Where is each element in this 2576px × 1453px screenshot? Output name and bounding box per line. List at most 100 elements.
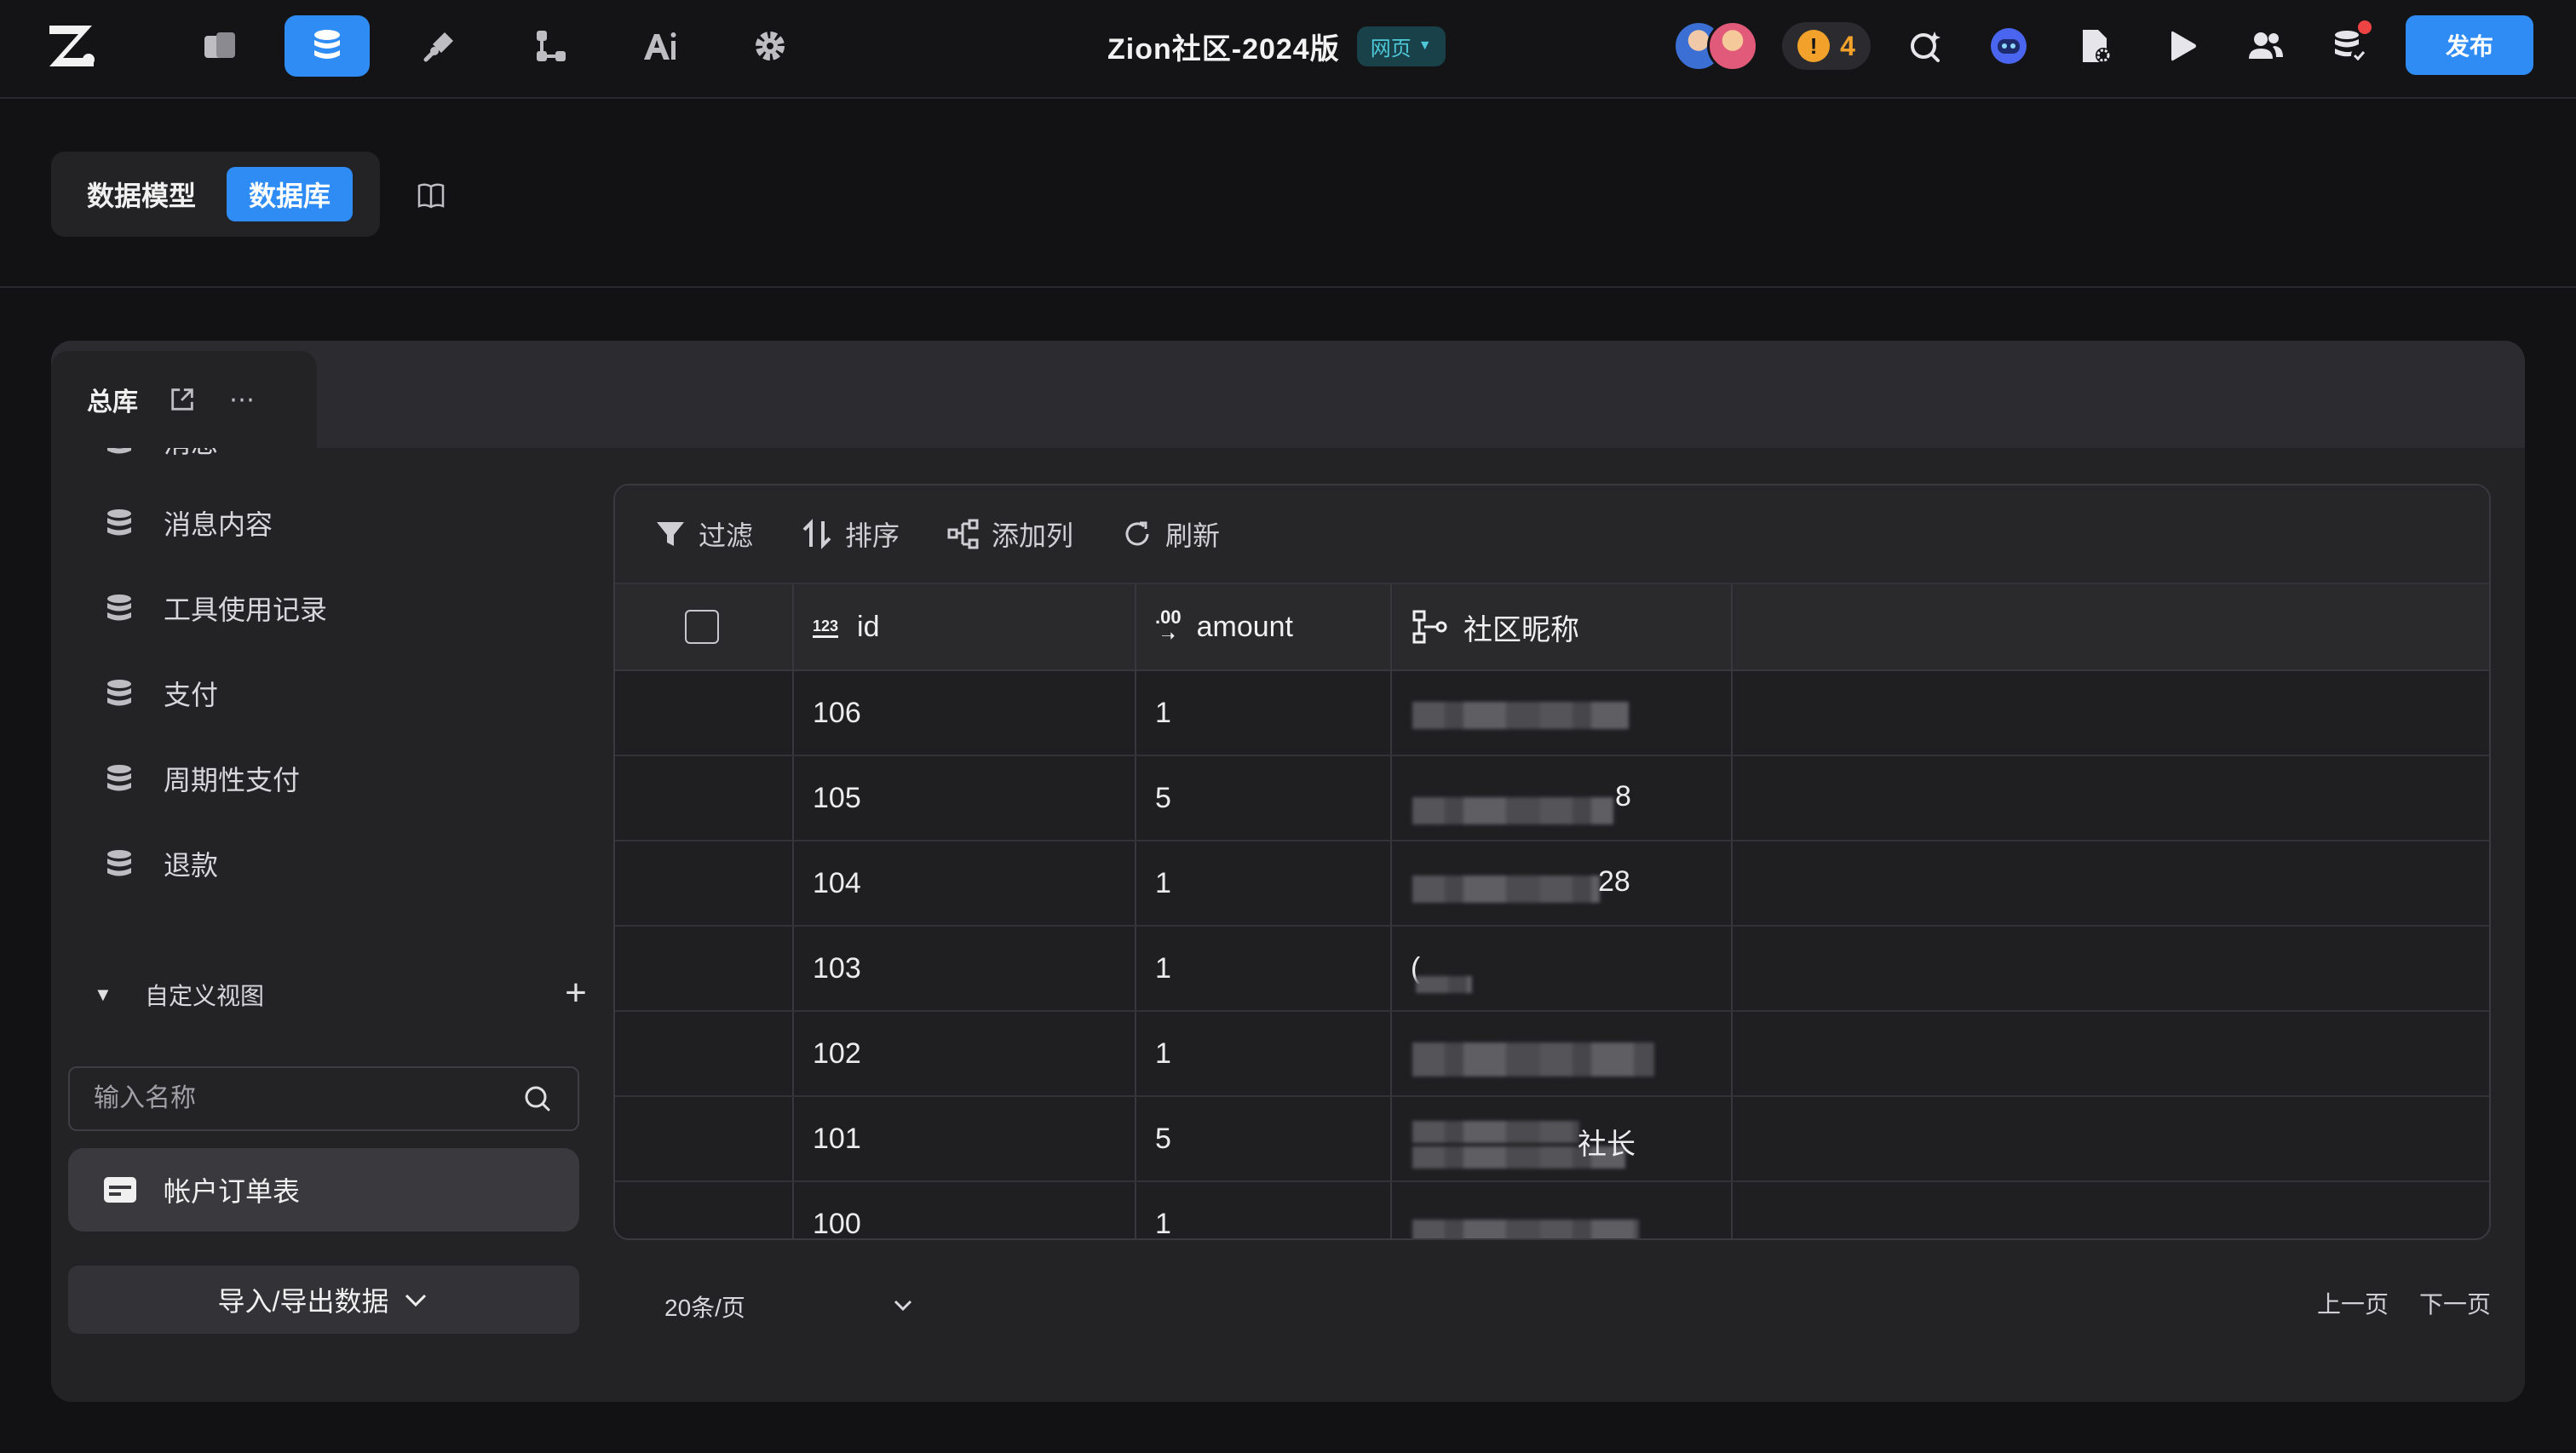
- filter-icon: [657, 522, 684, 546]
- sidebar-item-payment[interactable]: 支付: [102, 651, 596, 736]
- amount-cell[interactable]: 5: [1136, 1097, 1392, 1180]
- custom-views-title: 自定义视图: [145, 983, 265, 1009]
- chevron-down-icon: [894, 1300, 912, 1312]
- publish-button[interactable]: 发布: [2406, 15, 2533, 75]
- table-sidebar: 消息 消息内容 工具使用记录 支付 周期性支付: [51, 448, 613, 1402]
- column-header-nickname[interactable]: 社区昵称: [1392, 584, 1733, 669]
- sidebar-item-tool-usage[interactable]: 工具使用记录: [102, 566, 596, 651]
- file-settings-button[interactable]: [2072, 22, 2119, 70]
- row-select-cell[interactable]: [615, 1097, 794, 1180]
- custom-views-header[interactable]: ▼ 自定义视图 +: [94, 969, 605, 1020]
- amount-cell[interactable]: 5: [1136, 756, 1392, 840]
- amount-cell[interactable]: 1: [1136, 1182, 1392, 1238]
- id-cell[interactable]: 105: [794, 756, 1136, 840]
- sort-icon: [802, 519, 831, 549]
- sidebar-item-message-content[interactable]: 消息内容: [102, 480, 596, 566]
- nickname-cell[interactable]: 社长: [1392, 1097, 1733, 1180]
- nav-settings-button[interactable]: [727, 15, 813, 77]
- page-size-select[interactable]: 20条/页: [664, 1281, 912, 1332]
- id-cell[interactable]: 104: [794, 841, 1136, 925]
- filter-button[interactable]: 过滤: [654, 514, 753, 554]
- row-select-cell[interactable]: [615, 1012, 794, 1095]
- redacted-text: [1412, 797, 1613, 824]
- amount-cell[interactable]: 1: [1136, 1012, 1392, 1095]
- id-cell[interactable]: 106: [794, 671, 1136, 755]
- column-title: 社区昵称: [1463, 613, 1579, 646]
- preview-button[interactable]: [2159, 22, 2206, 70]
- view-search-input[interactable]: [94, 1084, 521, 1113]
- nav-pages-button[interactable]: [177, 15, 262, 77]
- table-row[interactable]: 105 5 8: [615, 756, 2489, 841]
- play-icon: [2171, 31, 2196, 61]
- nickname-cell[interactable]: [1392, 1182, 1733, 1238]
- refresh-button[interactable]: 刷新: [1121, 514, 1220, 554]
- table-row[interactable]: 104 1 28: [615, 841, 2489, 927]
- members-button[interactable]: [2242, 22, 2290, 70]
- database-icon: [107, 765, 131, 791]
- column-header-amount[interactable]: .00 ➝ amount: [1136, 584, 1392, 669]
- search-icon[interactable]: [521, 1083, 554, 1115]
- nav-ai-button[interactable]: [617, 15, 702, 77]
- sort-button[interactable]: 排序: [801, 514, 900, 554]
- sidebar-item-messages[interactable]: 消息: [102, 448, 596, 484]
- nickname-cell[interactable]: [1392, 671, 1733, 755]
- nickname-cell[interactable]: 28: [1392, 841, 1733, 925]
- amount-cell[interactable]: 1: [1136, 671, 1392, 755]
- select-all-checkbox[interactable]: [685, 610, 719, 644]
- warnings-button[interactable]: ! 4: [1782, 22, 1871, 70]
- table-row[interactable]: 103 1 (: [615, 927, 2489, 1012]
- platform-badge[interactable]: 网页 ▼: [1356, 26, 1446, 66]
- book-icon[interactable]: [414, 179, 448, 213]
- nav-flow-button[interactable]: [508, 15, 593, 77]
- cell-value: 105: [813, 781, 861, 814]
- column-header-id[interactable]: 123 id: [794, 584, 1136, 669]
- nav-api-button[interactable]: [397, 15, 482, 77]
- add-view-icon[interactable]: +: [555, 974, 596, 1015]
- data-model-tab[interactable]: 数据模型: [65, 167, 218, 221]
- add-column-button[interactable]: 添加列: [947, 514, 1073, 554]
- sparkle-search-icon: [1911, 32, 1941, 62]
- row-select-cell[interactable]: [615, 927, 794, 1010]
- id-cell[interactable]: 100: [794, 1182, 1136, 1238]
- assistant-button[interactable]: [1985, 22, 2033, 70]
- cell-value: 1: [1155, 1037, 1171, 1070]
- row-select-cell[interactable]: [615, 1182, 794, 1238]
- table-row[interactable]: 102 1: [615, 1012, 2489, 1097]
- zion-logo-icon[interactable]: [44, 19, 99, 73]
- external-link-icon[interactable]: [167, 384, 198, 415]
- sidebar-item-recurring-payment[interactable]: 周期性支付: [102, 736, 596, 821]
- amount-cell[interactable]: 1: [1136, 927, 1392, 1010]
- nickname-cell[interactable]: (: [1392, 927, 1733, 1010]
- view-item-account-orders[interactable]: 帐户订单表: [68, 1148, 579, 1232]
- collaborator-avatars[interactable]: [1673, 20, 1758, 72]
- table-row[interactable]: 100 1: [615, 1182, 2489, 1238]
- id-cell[interactable]: 102: [794, 1012, 1136, 1095]
- caret-down-icon[interactable]: ▼: [94, 984, 119, 1006]
- flow-icon: [537, 31, 566, 61]
- row-select-cell[interactable]: [615, 841, 794, 925]
- nickname-cell[interactable]: [1392, 1012, 1733, 1095]
- database-tab[interactable]: 数据库: [227, 167, 354, 221]
- more-icon[interactable]: ⋯: [227, 384, 257, 415]
- view-search-field[interactable]: [68, 1066, 579, 1131]
- row-select-cell[interactable]: [615, 756, 794, 840]
- chevron-down-icon: [405, 1294, 427, 1307]
- sidebar-item-refund[interactable]: 退款: [102, 821, 596, 906]
- search-refresh-button[interactable]: [1901, 22, 1949, 70]
- redacted-text: [1412, 702, 1629, 729]
- import-export-label: 导入/导出数据: [217, 1286, 389, 1317]
- cell-value: 28: [1598, 865, 1630, 898]
- next-page-button[interactable]: 下一页: [2419, 1286, 2491, 1320]
- nickname-cell[interactable]: 8: [1392, 756, 1733, 840]
- id-cell[interactable]: 103: [794, 927, 1136, 1010]
- prev-page-button[interactable]: 上一页: [2317, 1286, 2389, 1320]
- table-row[interactable]: 106 1: [615, 671, 2489, 756]
- nav-database-button[interactable]: [285, 15, 370, 77]
- table-row[interactable]: 101 5 社长: [615, 1097, 2489, 1182]
- amount-cell[interactable]: 1: [1136, 841, 1392, 925]
- import-export-button[interactable]: 导入/导出数据: [68, 1266, 579, 1334]
- id-cell[interactable]: 101: [794, 1097, 1136, 1180]
- db-status-button[interactable]: [2326, 20, 2373, 70]
- row-select-cell[interactable]: [615, 671, 794, 755]
- tab-main-db[interactable]: 总库 ⋯: [51, 351, 317, 448]
